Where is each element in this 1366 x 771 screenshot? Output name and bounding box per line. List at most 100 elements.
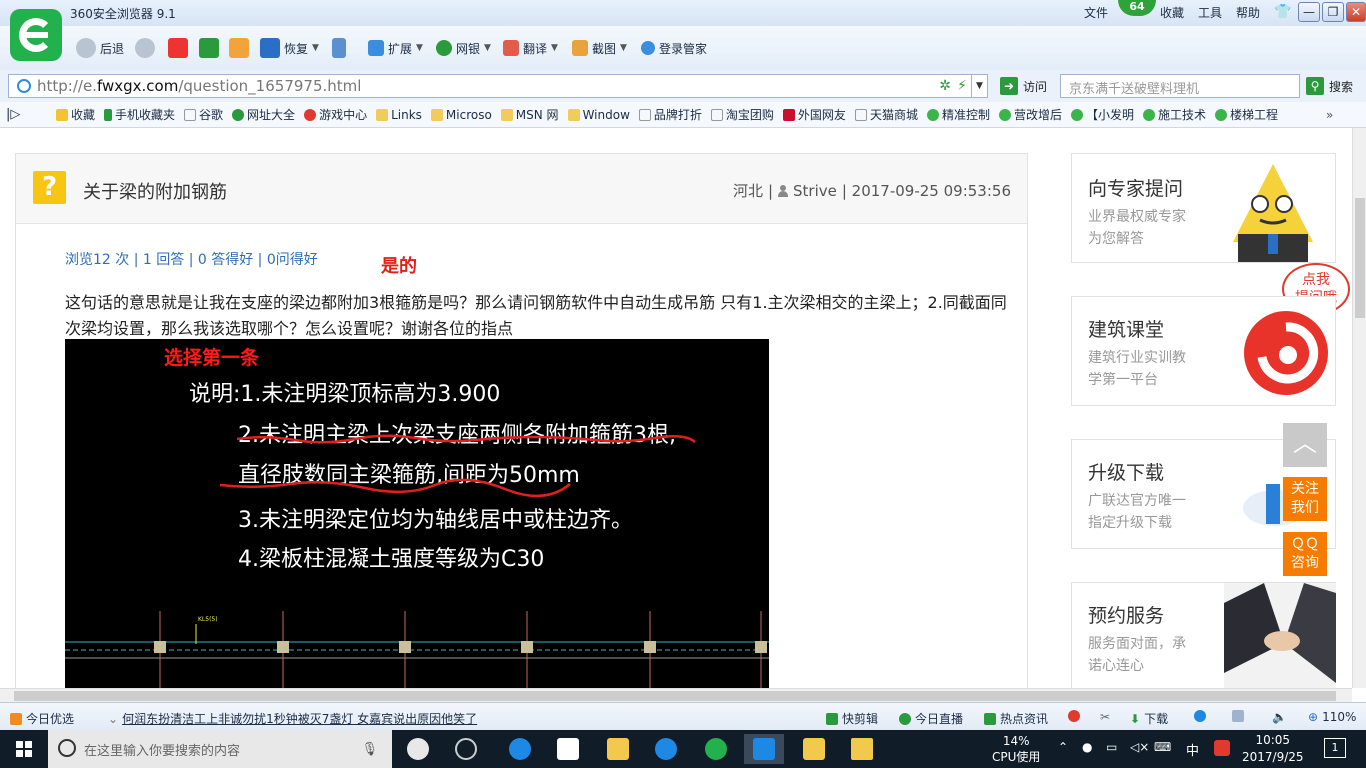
- home-button[interactable]: [229, 36, 249, 60]
- bookmark-item[interactable]: 【小发明: [1070, 106, 1134, 123]
- notification-center-button[interactable]: 1: [1324, 738, 1346, 758]
- bookmark-item[interactable]: 施工技术: [1143, 106, 1206, 123]
- ask-expert-card[interactable]: 向专家提问 业界最权威专家 为您解答: [1071, 153, 1336, 263]
- safety-icon[interactable]: [1068, 710, 1080, 722]
- today-picks-button[interactable]: 今日优选: [10, 710, 74, 727]
- folder-icon: [567, 108, 580, 121]
- bookmark-item[interactable]: 手机收藏夹: [104, 106, 175, 123]
- minimize-button[interactable]: —: [1298, 2, 1320, 22]
- ie-icon[interactable]: [1194, 710, 1206, 722]
- bookmark-item[interactable]: 淘宝团购: [710, 106, 774, 123]
- quick-edit-button[interactable]: 快剪辑: [826, 710, 878, 727]
- bookmark-item[interactable]: 收藏: [56, 106, 95, 123]
- hot-news-button[interactable]: 热点资讯: [984, 710, 1048, 727]
- back-to-top-button[interactable]: ︿: [1283, 423, 1327, 467]
- qq-consult-button[interactable]: ＱＱ 咨询: [1283, 532, 1327, 576]
- horizontal-scrollbar[interactable]: [0, 688, 1352, 702]
- news-headline[interactable]: 何润东扮清洁工上非诚勿扰1秒钟被灭7盏灯 女嘉宾说出原因他笑了: [122, 710, 477, 727]
- bookmark-item[interactable]: 营改增后: [998, 106, 1062, 123]
- person-icon[interactable]: ●: [1082, 740, 1092, 754]
- close-button[interactable]: ✕: [1346, 2, 1366, 22]
- mobile-button[interactable]: [332, 36, 346, 60]
- url-dropdown-icon[interactable]: ▼: [971, 75, 987, 97]
- bookmark-item[interactable]: 楼梯工程: [1215, 106, 1278, 123]
- browser-logo-icon[interactable]: [10, 9, 62, 61]
- skin-icon[interactable]: 👕: [1274, 4, 1291, 20]
- bookmark-item[interactable]: 精准控制: [926, 106, 990, 123]
- back-button[interactable]: 后退: [76, 36, 124, 60]
- bookmark-item[interactable]: Links: [376, 108, 422, 122]
- taskbar-app[interactable]: [500, 734, 540, 764]
- question-image[interactable]: 选择第一条 说明:1.未注明梁顶标高为3.900 2.未注明主梁上次梁支座两侧各…: [65, 339, 769, 688]
- address-bar[interactable]: http://e. fwxgx.com/question_1657975.html…: [8, 74, 988, 98]
- screenshot-button[interactable]: 截图 ▼: [572, 36, 627, 60]
- sidebar-toggle-icon[interactable]: |▷: [6, 107, 20, 122]
- microphone-icon[interactable]: 🎙: [361, 742, 378, 757]
- start-button[interactable]: [0, 730, 48, 768]
- taskbar-app[interactable]: [646, 734, 686, 764]
- restore-button[interactable]: 恢复 ▼: [260, 36, 319, 60]
- extend-button[interactable]: 扩展 ▼: [368, 36, 423, 60]
- taskbar-app[interactable]: [696, 734, 736, 764]
- tray-chevron-up-icon[interactable]: ⌃: [1058, 740, 1068, 754]
- appointment-service-card[interactable]: 预约服务 服务面对面，承 诺心连心: [1071, 582, 1336, 688]
- scrollbar-thumb[interactable]: [14, 691, 1336, 701]
- maximize-button[interactable]: ❐: [1322, 2, 1344, 22]
- bookmark-item[interactable]: Window: [567, 108, 630, 122]
- taskbar-app[interactable]: [446, 734, 486, 764]
- security-score-badge[interactable]: 64: [1118, 0, 1156, 16]
- system-clock[interactable]: 10:05 2017/9/25: [1242, 732, 1304, 766]
- translate-button[interactable]: 翻译 ▼: [503, 36, 558, 60]
- today-picks-label: 今日优选: [26, 712, 75, 726]
- card-subtitle: 建筑行业实训教: [1088, 350, 1186, 366]
- lightning-icon[interactable]: ⚡: [957, 78, 967, 94]
- question-user[interactable]: Strive: [793, 182, 837, 200]
- volume-icon[interactable]: 🔈: [1272, 710, 1287, 724]
- menu-favorites[interactable]: 收藏: [1160, 4, 1184, 21]
- bookmark-item[interactable]: Microso: [430, 108, 492, 122]
- cpu-indicator[interactable]: 14% CPU使用: [992, 733, 1040, 765]
- menu-help[interactable]: 帮助: [1236, 4, 1260, 21]
- bank-button[interactable]: 网银 ▼: [436, 36, 491, 60]
- more-bookmarks-icon[interactable]: »: [1326, 108, 1333, 122]
- refresh-button[interactable]: [199, 36, 219, 60]
- bookmark-item[interactable]: 游戏中心: [304, 106, 367, 123]
- taskbar-search-input[interactable]: 在这里输入你要搜索的内容 🎙: [48, 730, 392, 768]
- vertical-scrollbar[interactable]: [1352, 128, 1366, 688]
- pin-icon[interactable]: ✂: [1100, 710, 1110, 724]
- network-icon[interactable]: ▭: [1106, 740, 1117, 754]
- live-button[interactable]: 今日直播: [899, 710, 963, 727]
- building-class-card[interactable]: 建筑课堂 建筑行业实训教 学第一平台: [1071, 296, 1336, 406]
- taskbar-app[interactable]: [842, 734, 882, 764]
- taskbar-app-active[interactable]: [744, 734, 784, 764]
- zoom-control[interactable]: ⊕ 110%: [1308, 710, 1356, 724]
- keyboard-icon[interactable]: ⌨: [1154, 740, 1171, 754]
- bookmark-item[interactable]: 谷歌: [184, 106, 223, 123]
- download-button[interactable]: ⬇ 下载: [1130, 710, 1168, 727]
- taskbar-app[interactable]: [598, 734, 638, 764]
- bookmark-item[interactable]: 网址大全: [232, 106, 295, 123]
- visit-button[interactable]: ➜ 访问: [1000, 77, 1047, 95]
- task-view-button[interactable]: [398, 734, 438, 764]
- bookmark-item[interactable]: MSN 网: [500, 106, 559, 123]
- bookmark-item[interactable]: 外国网友: [782, 106, 846, 123]
- stop-button[interactable]: [168, 36, 188, 60]
- taskbar-app[interactable]: [794, 734, 834, 764]
- bookmark-item[interactable]: 品牌打折: [638, 106, 702, 123]
- bookmark-item[interactable]: 天猫商城: [854, 106, 918, 123]
- sogou-ime-icon[interactable]: [1214, 740, 1230, 756]
- ime-indicator[interactable]: 中: [1186, 740, 1199, 759]
- login-manager-button[interactable]: 登录管家: [641, 36, 707, 60]
- taskbar-app[interactable]: [548, 734, 588, 764]
- scrollbar-thumb[interactable]: [1355, 198, 1365, 318]
- loading-icon[interactable]: ✲: [939, 78, 951, 94]
- menu-file[interactable]: 文件: [1084, 4, 1108, 21]
- search-input[interactable]: 京东满千送破壁料理机: [1060, 74, 1300, 98]
- volume-muted-icon[interactable]: ◁×: [1130, 740, 1149, 754]
- window-icon[interactable]: [1232, 710, 1244, 722]
- forward-button[interactable]: [135, 36, 155, 60]
- menu-tools[interactable]: 工具: [1198, 4, 1222, 21]
- search-button[interactable]: ⚲ 搜索: [1306, 77, 1353, 95]
- follow-us-button[interactable]: 关注 我们: [1283, 477, 1327, 521]
- news-ticker[interactable]: ⌄ 何润东扮清洁工上非诚勿扰1秒钟被灭7盏灯 女嘉宾说出原因他笑了: [108, 710, 477, 727]
